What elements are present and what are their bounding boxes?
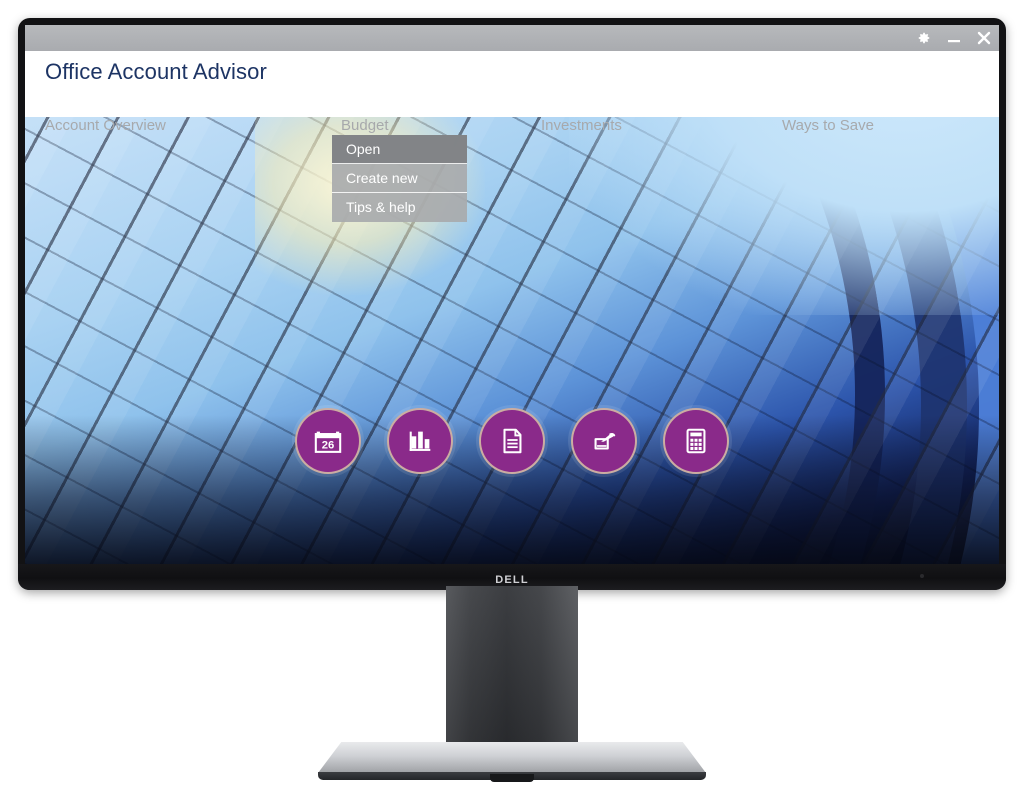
nav-item-investments[interactable]: Investments xyxy=(541,117,622,134)
power-led xyxy=(920,574,924,578)
nav-item-budget[interactable]: Budget xyxy=(341,117,389,134)
close-icon xyxy=(976,30,992,46)
gear-icon xyxy=(917,31,931,45)
app-header: Office Account Advisor Account Overview … xyxy=(25,51,999,134)
calendar-button[interactable]: 26 xyxy=(295,408,361,474)
svg-text:26: 26 xyxy=(322,440,335,452)
monitor-stand-neck xyxy=(446,586,578,749)
monitor-stand-base-notch xyxy=(490,774,534,782)
calculator-icon xyxy=(681,426,711,456)
settings-button[interactable] xyxy=(909,25,939,51)
nav-item-ways-to-save[interactable]: Ways to Save xyxy=(782,117,874,134)
brand-logo: DELL xyxy=(495,574,529,586)
reports-button[interactable] xyxy=(387,408,453,474)
minimize-button[interactable] xyxy=(939,25,969,51)
close-button[interactable] xyxy=(969,25,999,51)
minimize-icon xyxy=(946,31,962,45)
screenshot-root: Office Account Advisor Account Overview … xyxy=(0,0,1024,808)
page-title: Office Account Advisor xyxy=(45,59,267,84)
monitor-display: Office Account Advisor Account Overview … xyxy=(25,25,999,565)
nav-item-account-overview[interactable]: Account Overview xyxy=(45,117,166,134)
monitor-frame: Office Account Advisor Account Overview … xyxy=(18,18,1006,590)
documents-button[interactable] xyxy=(479,408,545,474)
budget-dropdown-menu: Open Create new Tips & help xyxy=(332,135,467,222)
menu-item-tips-and-help[interactable]: Tips & help xyxy=(332,193,467,222)
menu-item-open[interactable]: Open xyxy=(332,135,467,164)
calculator-button[interactable] xyxy=(663,408,729,474)
window-titlebar xyxy=(25,25,999,51)
document-icon xyxy=(497,426,527,456)
main-navigation: Account Overview Budget Investments Ways… xyxy=(25,117,999,143)
bar-chart-icon xyxy=(405,426,435,456)
menu-item-create-new[interactable]: Create new xyxy=(332,164,467,193)
sign-button[interactable] xyxy=(571,408,637,474)
signature-icon xyxy=(589,426,619,456)
calendar-icon: 26 xyxy=(313,426,343,456)
quick-action-dock: 26 xyxy=(25,395,999,487)
